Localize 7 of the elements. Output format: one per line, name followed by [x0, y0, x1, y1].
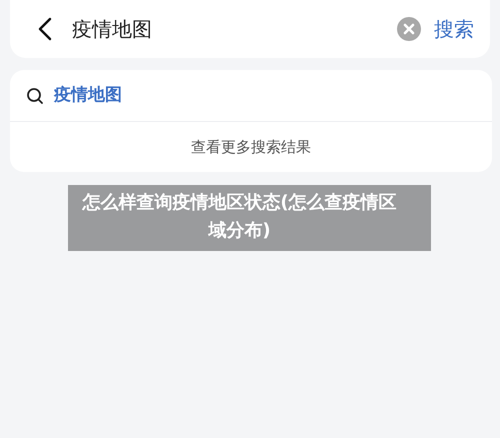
suggestion-item[interactable]: 疫情地图	[54, 82, 122, 108]
more-results-link[interactable]: 查看更多搜索结果	[191, 136, 311, 158]
search-field[interactable]: 疫情地图 搜索	[10, 0, 490, 58]
search-icon	[26, 86, 44, 104]
search-button[interactable]: 搜索	[434, 14, 474, 44]
back-icon[interactable]	[38, 17, 52, 41]
caption-overlay: 怎么样查询疫情地区状态(怎么查疫情区域分布)	[68, 185, 431, 251]
